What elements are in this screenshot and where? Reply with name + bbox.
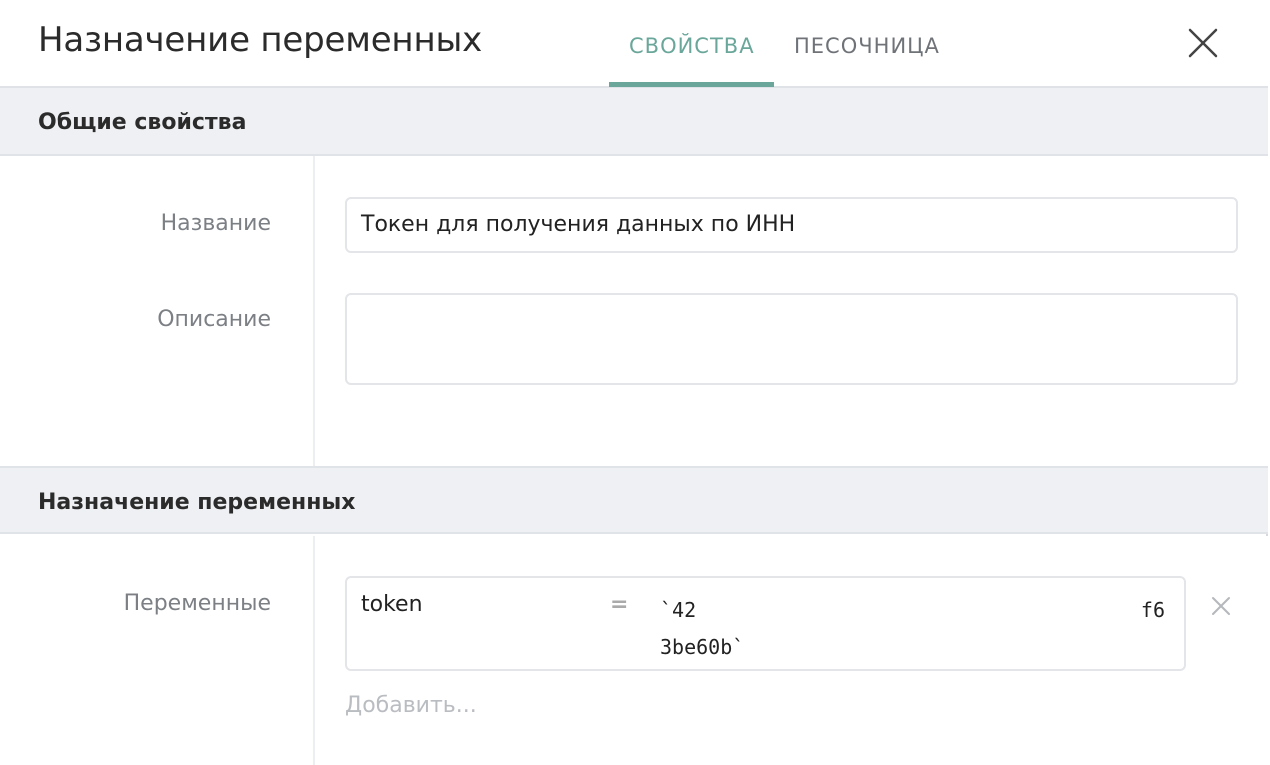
assignment-operator: = (610, 592, 629, 617)
label-column-divider (313, 156, 315, 466)
section-variable-assignment: Назначение переменных (0, 466, 1268, 534)
variable-value-line2: 3be60b` (660, 635, 745, 659)
panel-title: Назначение переменных (38, 20, 483, 60)
tab-sandbox[interactable]: ПЕСОЧНИЦА (794, 34, 940, 58)
variable-name[interactable]: token (361, 592, 423, 617)
section-general: Общие свойства (0, 88, 1268, 156)
variable-value-line1-start: `42 (660, 598, 697, 622)
section-general-title: Общие свойства (38, 110, 247, 135)
remove-variable-icon[interactable] (1209, 594, 1233, 618)
variable-row[interactable]: token = `42 f6 3be60b` (345, 576, 1186, 671)
tab-properties[interactable]: СВОЙСТВА (629, 34, 755, 58)
panel-header: Назначение переменных СВОЙСТВА ПЕСОЧНИЦА (0, 0, 1268, 88)
variable-assignment-body: Переменные token = `42 f6 3be60b` Добави… (0, 536, 1268, 765)
active-tab-indicator (609, 82, 774, 87)
variable-value[interactable]: `42 f6 3be60b` (660, 592, 1165, 666)
close-icon[interactable] (1184, 24, 1222, 62)
add-variable-link[interactable]: Добавить... (345, 693, 477, 718)
description-field[interactable] (345, 293, 1238, 385)
name-label: Название (160, 211, 271, 236)
label-column-divider (313, 536, 315, 765)
description-label: Описание (157, 307, 271, 332)
section-variable-assignment-title: Назначение переменных (38, 490, 356, 515)
variables-label: Переменные (123, 591, 271, 616)
variable-value-line1-end: f6 (1140, 598, 1165, 622)
name-field[interactable]: Токен для получения данных по ИНН (345, 197, 1238, 253)
variable-assignment-panel: Назначение переменных СВОЙСТВА ПЕСОЧНИЦА… (0, 0, 1268, 765)
general-properties-body: Название Токен для получения данных по И… (0, 156, 1268, 466)
